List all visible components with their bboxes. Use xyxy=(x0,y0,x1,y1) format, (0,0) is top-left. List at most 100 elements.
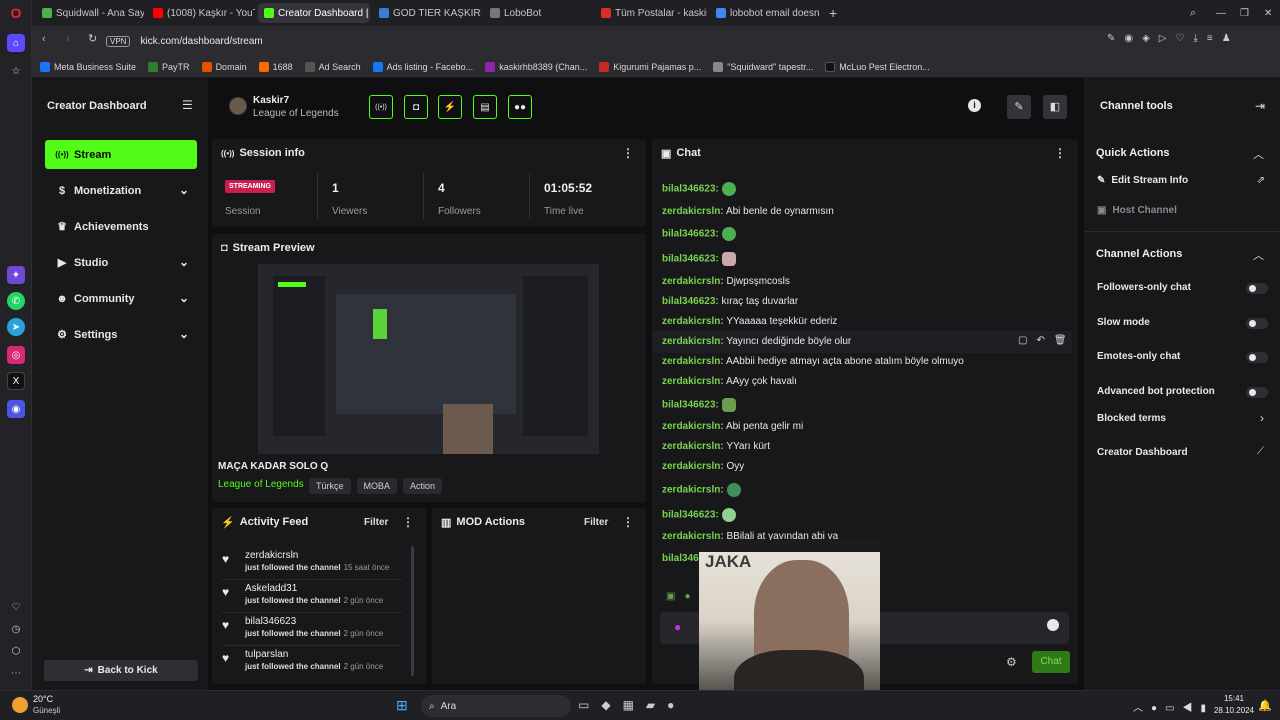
start-button-icon[interactable]: ⊞ xyxy=(396,697,408,714)
system-tray-icons[interactable]: ︿●▭◀▮ xyxy=(1133,699,1214,714)
restore-button[interactable]: ❐ xyxy=(1234,3,1252,23)
chevron-up-icon[interactable]: ︿ xyxy=(1253,247,1264,263)
chat-username[interactable]: bilal346623: xyxy=(662,400,719,411)
kebab-menu-icon[interactable]: ⋮ xyxy=(1054,146,1066,160)
mod-filter-button[interactable]: Filter xyxy=(584,517,608,528)
nav-item-community[interactable]: ☻ Community ⌄ xyxy=(45,284,197,313)
aria-icon[interactable]: ✦ xyxy=(7,266,25,284)
emotes-only-toggle[interactable] xyxy=(1246,352,1268,363)
feed-username[interactable]: tulparslan xyxy=(245,649,288,660)
more-icon[interactable]: ⋯ xyxy=(7,664,25,682)
chat-username[interactable]: bilal3466 xyxy=(662,553,704,564)
activity-scrollbar[interactable] xyxy=(411,546,414,676)
send-chat-button[interactable]: Chat xyxy=(1032,651,1070,673)
pin-icon[interactable]: ▢ xyxy=(1018,335,1036,346)
avatar[interactable] xyxy=(229,97,247,115)
tab-2[interactable]: Creator Dashboard | kick xyxy=(258,3,370,23)
info-icon[interactable]: i xyxy=(968,99,981,112)
back-arrow-icon[interactable]: ‹ xyxy=(42,33,46,45)
nav-item-studio[interactable]: ▶ Studio ⌄ xyxy=(45,248,197,277)
tab-6[interactable]: lobobot email doesn't - G xyxy=(710,3,820,23)
feed-username[interactable]: bilal346623 xyxy=(245,616,296,627)
minimize-button[interactable]: — xyxy=(1210,3,1228,23)
clip-button[interactable]: ◘ xyxy=(404,95,428,119)
notification-icon[interactable]: 🔔 xyxy=(1258,699,1272,712)
chat-username[interactable]: zerdakicrsln: xyxy=(662,316,724,327)
kebab-menu-icon[interactable]: ⋮ xyxy=(622,515,634,529)
emoji-icon[interactable] xyxy=(1047,619,1059,631)
toolbar-extension-icons[interactable]: ✎◉◈▷♡⤓≡♟ xyxy=(1107,33,1240,44)
opera-logo-icon[interactable]: O xyxy=(7,4,25,22)
trash-icon[interactable]: 🗑 xyxy=(1054,335,1072,346)
collapse-tools-icon[interactable]: ⇥ xyxy=(1255,99,1265,113)
add-panel-button[interactable]: ◧ xyxy=(1043,95,1067,119)
history-icon[interactable]: ◷ xyxy=(7,620,25,638)
nav-item-stream[interactable]: ((•)) Stream xyxy=(45,140,197,169)
tab-4[interactable]: LoboBot xyxy=(484,3,592,23)
bookmark-squidward[interactable]: "Squidward" tapestr... xyxy=(713,61,813,72)
address-bar[interactable]: VPN kick.com/dashboard/stream xyxy=(106,31,1146,51)
tag-chip[interactable]: Action xyxy=(403,478,443,494)
chat-username[interactable]: zerdakicrsln: xyxy=(662,421,724,432)
forward-arrow-icon[interactable]: › xyxy=(66,33,70,45)
chat-username[interactable]: zerdakicrsln: xyxy=(662,356,724,367)
stream-category[interactable]: League of Legends xyxy=(218,479,304,490)
cube-icon[interactable]: ⬡ xyxy=(7,642,25,660)
search-tabs-icon[interactable]: ⌕ xyxy=(1184,3,1202,23)
star-icon[interactable]: ☆ xyxy=(7,62,25,80)
channel-name[interactable]: Kaskir7 xyxy=(253,95,289,106)
undo-icon[interactable]: ↶ xyxy=(1036,335,1053,346)
nav-item-settings[interactable]: ⚙ Settings ⌄ xyxy=(45,320,197,349)
nav-item-achievements[interactable]: ♛ Achievements xyxy=(45,212,197,241)
chevron-up-icon[interactable]: ︿ xyxy=(1253,146,1264,162)
stream-status-button[interactable]: ((•)) xyxy=(369,95,393,119)
chat-username[interactable]: bilal346623: xyxy=(662,254,719,265)
weather-icon[interactable] xyxy=(12,697,28,713)
chevron-right-icon[interactable]: › xyxy=(1260,411,1264,425)
host-channel-button[interactable]: ▣ Host Channel xyxy=(1097,205,1177,216)
edit-stream-info-button[interactable]: ✎ Edit Stream Info xyxy=(1097,175,1188,186)
whatsapp-icon[interactable]: ✆ xyxy=(7,292,25,310)
chat-username[interactable]: zerdakicrsln: xyxy=(662,485,724,496)
taskbar-apps[interactable]: ▭◆▦▰● xyxy=(578,698,686,712)
url-text[interactable]: kick.com/dashboard/stream xyxy=(140,36,262,47)
raid-button[interactable]: ⚡ xyxy=(438,95,462,119)
slow-mode-toggle[interactable] xyxy=(1246,318,1268,329)
back-to-kick-button[interactable]: ⇥ Back to Kick xyxy=(44,660,198,681)
bookmark-kaskir[interactable]: kaskirhb8389 (Chan... xyxy=(485,61,587,72)
close-window-button[interactable]: ✕ xyxy=(1258,3,1276,23)
creator-dashboard-link[interactable]: Creator Dashboard xyxy=(1097,447,1188,458)
microphone-icon[interactable]: ● xyxy=(674,620,681,634)
feed-username[interactable]: Askeladd31 xyxy=(245,583,297,594)
telegram-icon[interactable]: ➤ xyxy=(7,318,25,336)
bookmark-ads-listing[interactable]: Ads listing - Facebo... xyxy=(372,61,473,72)
chat-username[interactable]: bilal346623: xyxy=(662,296,719,307)
vpn-badge[interactable]: VPN xyxy=(106,35,131,47)
followers-only-toggle[interactable] xyxy=(1246,283,1268,294)
bookmark-1688[interactable]: 1688 xyxy=(258,61,293,72)
activity-filter-button[interactable]: Filter xyxy=(364,517,388,528)
bookmark-domain[interactable]: Domain xyxy=(201,61,247,72)
discord-icon[interactable]: ◉ xyxy=(7,400,25,418)
bookmark-kigurumi[interactable]: Kigurumi Pajamas p... xyxy=(599,61,701,72)
bookmark-meta[interactable]: Meta Business Suite xyxy=(40,61,136,72)
tag-chip[interactable]: MOBA xyxy=(356,478,398,494)
notes-button[interactable]: ▤ xyxy=(473,95,497,119)
external-link-icon[interactable]: ⇗ xyxy=(1257,175,1265,186)
reload-icon[interactable]: ↻ xyxy=(88,32,97,45)
instagram-icon[interactable]: ◎ xyxy=(7,346,25,364)
bookmark-mcluo[interactable]: McLuo Pest Electron... xyxy=(825,61,930,72)
chat-username[interactable]: bilal346623: xyxy=(662,184,719,195)
bookmark-ad-search[interactable]: Ad Search xyxy=(304,61,361,72)
blocked-terms-button[interactable]: Blocked terms xyxy=(1097,413,1166,424)
chat-settings-icon[interactable]: ⚙ xyxy=(1006,655,1017,669)
tab-0[interactable]: Squidwall - Ana Sayfa - Sh xyxy=(36,3,144,23)
tab-3[interactable]: GOD TIER KAŞKIR#TR1 (T xyxy=(373,3,481,23)
bookmark-paytr[interactable]: PayTR xyxy=(148,61,190,72)
message-mod-actions[interactable]: ▢↶🗑 xyxy=(1018,335,1072,346)
chat-username[interactable]: bilal346623: xyxy=(662,510,719,521)
kebab-menu-icon[interactable]: ⋮ xyxy=(402,515,414,529)
home-icon[interactable]: ⌂ xyxy=(7,34,25,52)
chat-popout-button[interactable]: ●● xyxy=(508,95,532,119)
chat-username[interactable]: zerdakicrsln: xyxy=(662,441,724,452)
